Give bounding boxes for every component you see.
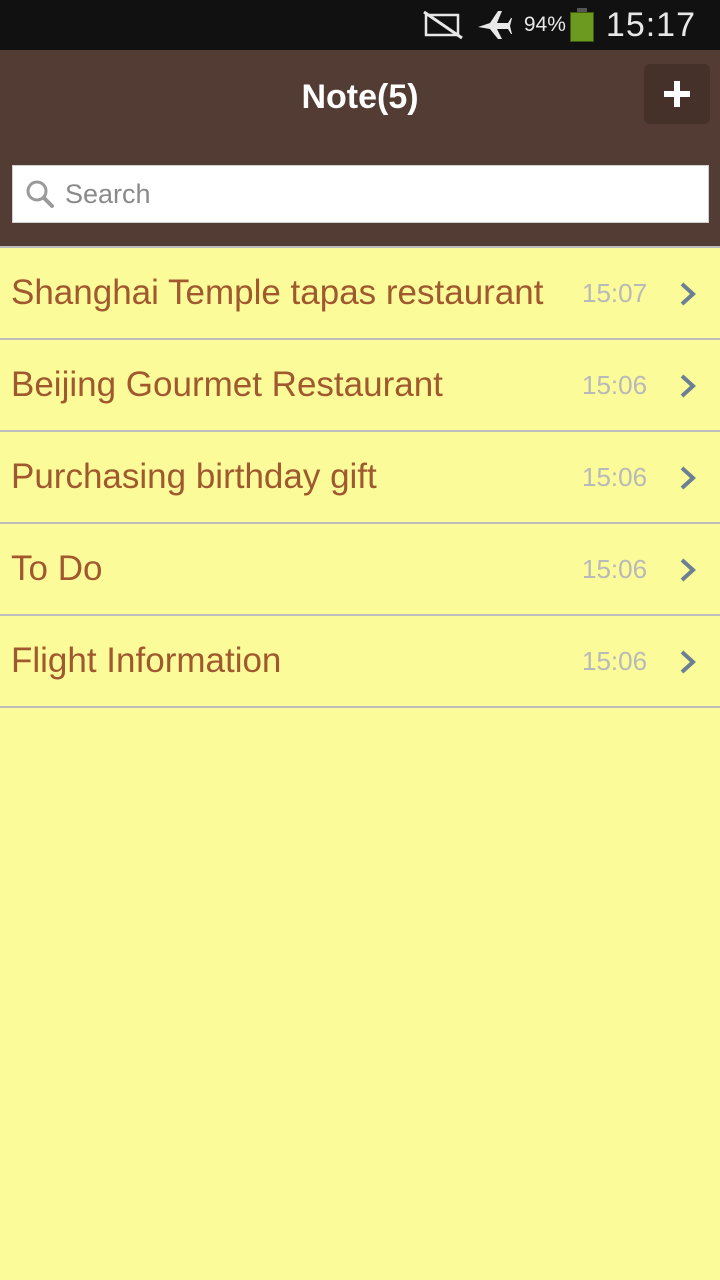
notes-list: Shanghai Temple tapas restaurant 15:07 B…: [0, 246, 720, 708]
note-time: 15:06: [582, 462, 648, 492]
chevron-right-icon: [678, 373, 698, 399]
note-time: 15:06: [582, 646, 648, 676]
note-row[interactable]: Flight Information 15:06: [0, 616, 720, 708]
note-title: Beijing Gourmet Restaurant: [11, 365, 443, 404]
note-row[interactable]: To Do 15:06: [0, 524, 720, 616]
search-input[interactable]: [65, 178, 665, 210]
search-box[interactable]: [12, 165, 709, 223]
page-title: Note(5): [301, 77, 419, 116]
chevron-right-icon: [678, 465, 698, 491]
search-icon: [25, 179, 55, 209]
note-title: Flight Information: [11, 641, 282, 680]
note-row[interactable]: Shanghai Temple tapas restaurant 15:07: [0, 248, 720, 340]
status-icons: 94% 15:17: [422, 0, 696, 50]
battery-percent: 94%: [523, 13, 566, 36]
no-sim-icon: [422, 10, 464, 40]
note-row[interactable]: Beijing Gourmet Restaurant 15:06: [0, 340, 720, 432]
clock: 15:17: [605, 5, 696, 44]
status-bar: 94% 15:17: [0, 0, 720, 50]
note-time: 15:06: [582, 554, 648, 584]
airplane-mode-icon: [476, 9, 512, 41]
note-title: To Do: [11, 549, 103, 588]
note-time: 15:06: [582, 370, 648, 400]
chevron-right-icon: [678, 649, 698, 675]
add-note-button[interactable]: [644, 64, 710, 124]
note-row[interactable]: Purchasing birthday gift 15:06: [0, 432, 720, 524]
note-title: Shanghai Temple tapas restaurant: [11, 273, 544, 312]
chevron-right-icon: [678, 281, 698, 307]
note-title: Purchasing birthday gift: [11, 457, 377, 496]
plus-icon: [662, 79, 692, 109]
app-header: Note(5): [0, 50, 720, 246]
battery-icon: [569, 8, 594, 42]
note-time: 15:07: [582, 278, 648, 308]
chevron-right-icon: [678, 557, 698, 583]
